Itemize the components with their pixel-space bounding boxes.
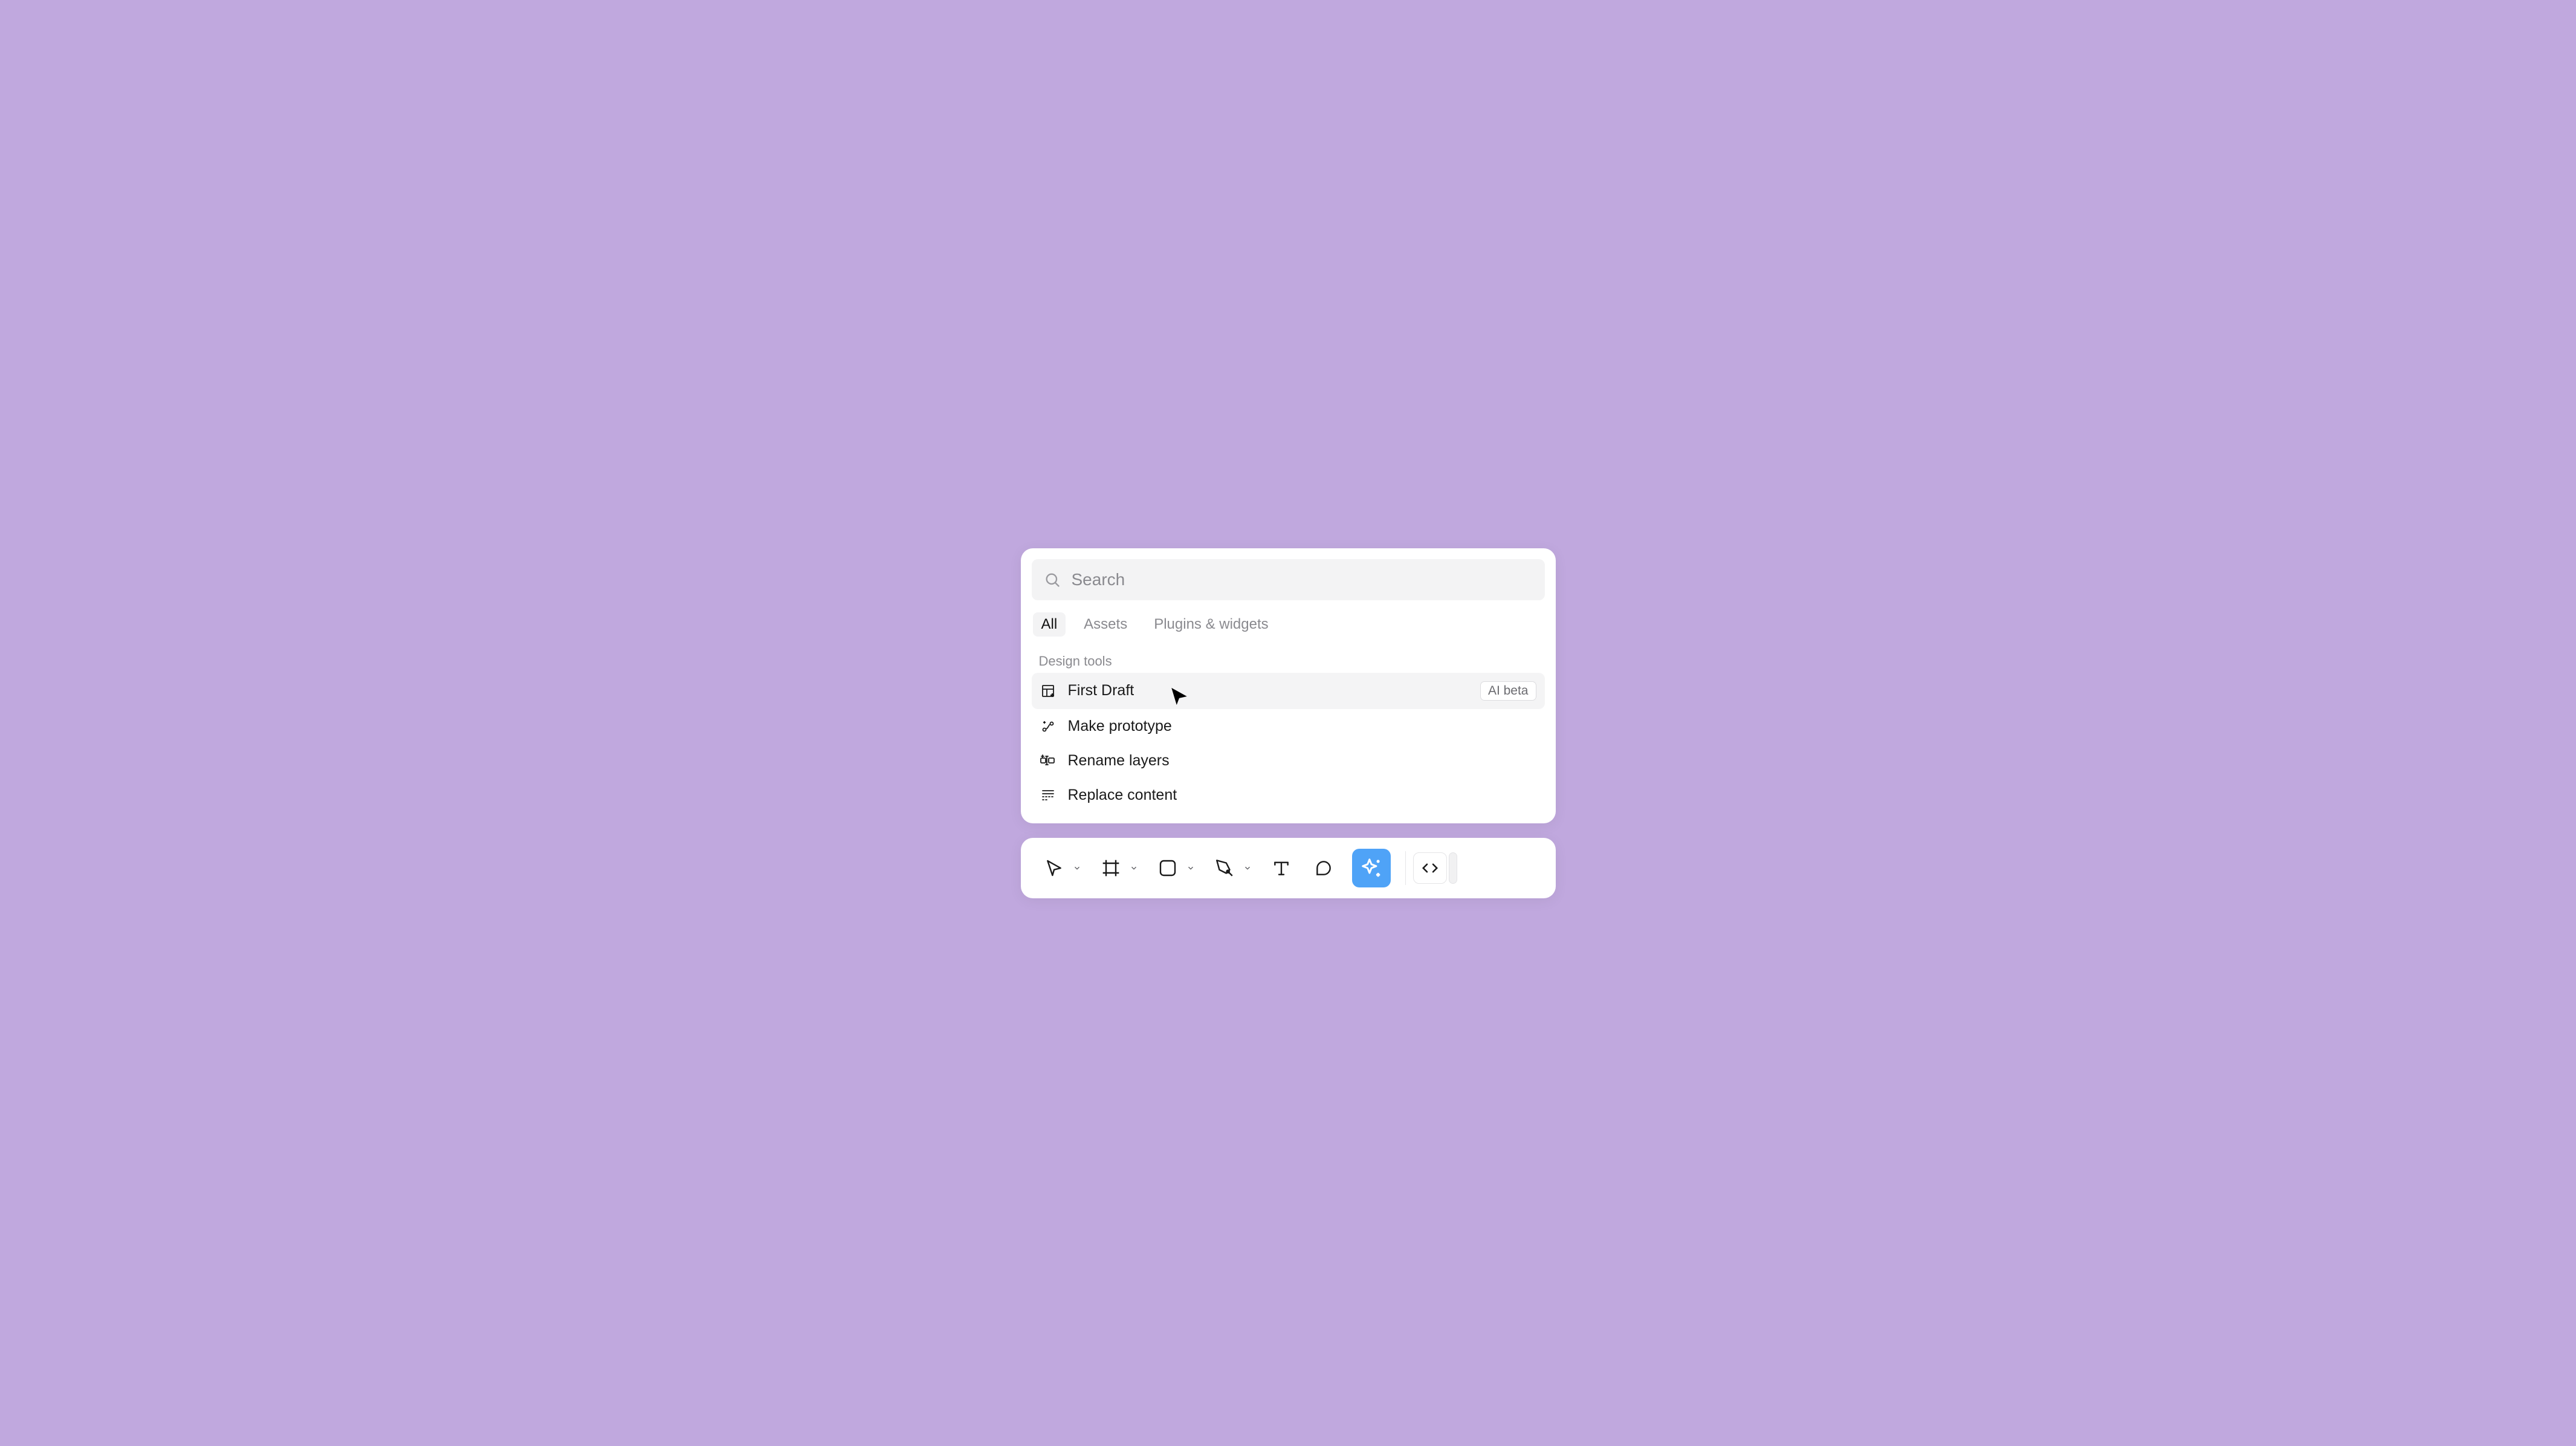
comment-tool-button[interactable] <box>1310 854 1338 882</box>
chevron-down-icon[interactable] <box>1128 863 1139 874</box>
search-bar[interactable] <box>1032 559 1545 600</box>
search-input[interactable] <box>1072 570 1533 589</box>
frame-tool-button[interactable] <box>1097 854 1125 882</box>
text-tool-group <box>1260 854 1303 882</box>
chevron-down-icon[interactable] <box>1185 863 1196 874</box>
chevron-down-icon[interactable] <box>1072 863 1083 874</box>
devmode-toggle[interactable] <box>1449 852 1457 884</box>
move-tool-group <box>1033 854 1090 882</box>
rename-cursor-icon <box>1040 753 1056 768</box>
text-tool-button[interactable] <box>1267 854 1295 882</box>
tab-assets[interactable]: Assets <box>1075 612 1136 637</box>
ai-tool-button[interactable] <box>1352 849 1391 887</box>
devmode-button[interactable] <box>1413 852 1447 884</box>
frame-add-icon <box>1040 683 1056 699</box>
item-label: Make prototype <box>1068 718 1172 735</box>
frame-tool-group <box>1090 854 1147 882</box>
ai-beta-badge: AI beta <box>1480 681 1536 701</box>
search-icon <box>1044 571 1061 588</box>
prototype-sparkle-icon <box>1040 718 1056 734</box>
tab-all[interactable]: All <box>1033 612 1066 637</box>
section-header: Design tools <box>1032 653 1545 669</box>
chevron-down-icon[interactable] <box>1242 863 1253 874</box>
list-item-replace-content[interactable]: Replace content <box>1032 778 1545 812</box>
pen-tool-button[interactable] <box>1211 854 1238 882</box>
comment-tool-group <box>1303 854 1345 882</box>
list-item-make-prototype[interactable]: Make prototype <box>1032 709 1545 744</box>
replace-content-icon <box>1040 787 1056 803</box>
shape-tool-group <box>1147 854 1203 882</box>
devmode-group <box>1409 852 1457 884</box>
move-tool-button[interactable] <box>1040 854 1068 882</box>
item-label: First Draft <box>1068 682 1134 699</box>
ai-tool-group <box>1345 849 1402 887</box>
item-label: Replace content <box>1068 786 1177 804</box>
tabs: All Assets Plugins & widgets <box>1032 612 1545 637</box>
toolbar-divider <box>1405 851 1406 885</box>
toolbar <box>1021 838 1556 898</box>
search-panel: All Assets Plugins & widgets Design tool… <box>1021 548 1556 823</box>
item-label: Rename layers <box>1068 752 1170 770</box>
cursor-icon <box>1169 686 1189 710</box>
tab-plugins[interactable]: Plugins & widgets <box>1145 612 1277 637</box>
pen-tool-group <box>1203 854 1260 882</box>
list-item-first-draft[interactable]: First Draft AI beta <box>1032 673 1545 709</box>
rectangle-tool-button[interactable] <box>1154 854 1182 882</box>
list-item-rename-layers[interactable]: Rename layers <box>1032 744 1545 778</box>
